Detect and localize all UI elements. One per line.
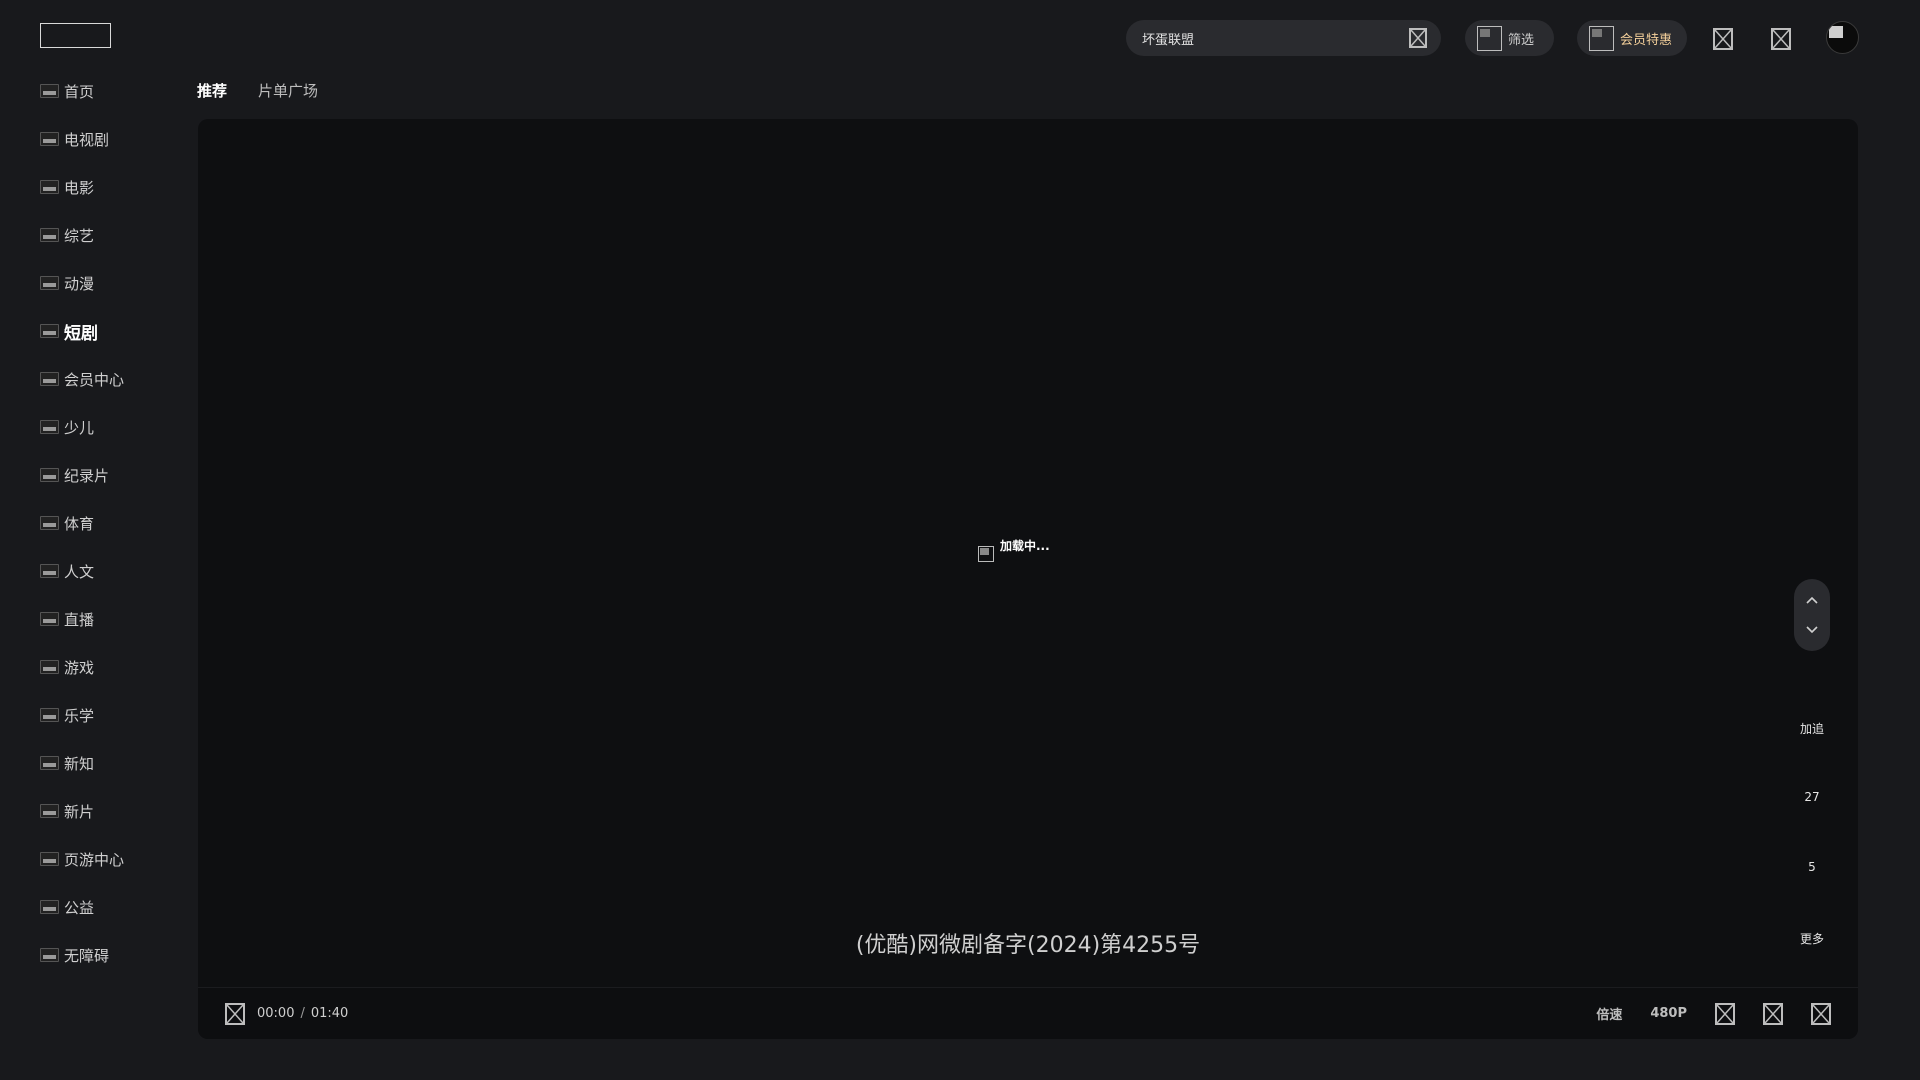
sidebar-item-learning[interactable]: 乐学 (40, 700, 94, 730)
speed-button[interactable]: 倍速 (1596, 1004, 1622, 1023)
sidebar-item-label: 无障碍 (64, 946, 110, 965)
license-text: (优酷)网微剧备字(2024)第4255号 (855, 933, 1201, 958)
sidebar-item-charity[interactable]: 公益 (40, 892, 94, 922)
content-tabs: 推荐 片单广场 (197, 80, 318, 101)
control-bar: 00:00 / 01:40 倍速 480P (198, 987, 1858, 1039)
current-time: 00:00 (257, 1006, 295, 1021)
filter-label: 筛选 (1508, 32, 1535, 48)
sidebar-item-label: 会员中心 (64, 370, 125, 389)
sidebar-item-label: 电影 (64, 178, 95, 197)
sidebar-item-knowledge[interactable]: 新知 (40, 748, 94, 778)
new-releases-icon (40, 804, 59, 818)
sidebar-item-vip-center[interactable]: 会员中心 (40, 364, 124, 394)
learning-icon (40, 708, 59, 722)
tab-recommend[interactable]: 推荐 (197, 80, 227, 101)
sidebar-item-label: 乐学 (64, 706, 95, 725)
sidebar-item-humanities[interactable]: 人文 (40, 556, 94, 586)
sidebar-item-label: 少儿 (64, 418, 95, 437)
sidebar-item-label: 游戏 (64, 658, 95, 677)
search-bar[interactable] (1126, 20, 1441, 56)
kids-icon (40, 420, 59, 434)
sidebar-item-short-drama[interactable]: 短剧 (40, 316, 98, 346)
games-icon (40, 660, 59, 674)
sidebar-item-sports[interactable]: 体育 (40, 508, 94, 538)
movie-icon (40, 180, 59, 194)
sidebar-item-label: 页游中心 (64, 850, 125, 869)
more-button[interactable]: 更多 (1772, 930, 1852, 947)
vip-label: 会员特惠 (1620, 32, 1673, 48)
search-icon[interactable] (1409, 28, 1427, 48)
sidebar-item-label: 公益 (64, 898, 95, 917)
humanities-icon (40, 564, 59, 578)
sidebar-item-label: 人文 (64, 562, 95, 581)
sidebar-item-anime[interactable]: 动漫 (40, 268, 94, 298)
volume-icon[interactable] (1715, 1002, 1735, 1025)
sidebar-item-label: 体育 (64, 514, 95, 533)
sidebar-item-label: 电视剧 (64, 130, 110, 149)
sidebar-item-accessibility[interactable]: 无障碍 (40, 940, 109, 970)
play-icon[interactable] (225, 1002, 245, 1025)
vip-center-icon (40, 372, 59, 386)
web-games-icon (40, 852, 59, 866)
sidebar-item-label: 直播 (64, 610, 95, 629)
time-separator: / (300, 1006, 305, 1021)
time-display: 00:00 / 01:40 (257, 1006, 348, 1021)
sidebar-item-new-releases[interactable]: 新片 (40, 796, 94, 826)
user-avatar[interactable] (1826, 21, 1859, 54)
sidebar-item-label: 新片 (64, 802, 95, 821)
variety-icon (40, 228, 59, 242)
live-icon (40, 612, 59, 626)
anime-icon (40, 276, 59, 290)
sidebar-item-label: 短剧 (64, 323, 98, 344)
like-count[interactable]: 27 (1772, 790, 1852, 804)
sidebar-item-documentary[interactable]: 纪录片 (40, 460, 109, 490)
tab-playlist-square[interactable]: 片单广场 (258, 80, 318, 101)
sidebar-item-label: 综艺 (64, 226, 95, 245)
episode-switcher (1794, 579, 1830, 651)
sidebar-item-label: 纪录片 (64, 466, 110, 485)
loading-indicator: 加载中... (978, 537, 1050, 562)
chevron-up-icon[interactable] (1800, 588, 1824, 612)
sidebar-item-label: 动漫 (64, 274, 95, 293)
sidebar-item-kids[interactable]: 少儿 (40, 412, 94, 442)
sidebar-item-tv[interactable]: 电视剧 (40, 124, 109, 154)
quality-button[interactable]: 480P (1650, 1006, 1687, 1021)
sports-icon (40, 516, 59, 530)
sidebar-item-web-games[interactable]: 页游中心 (40, 844, 124, 874)
loading-text: 加载中... (1000, 539, 1050, 553)
home-icon (40, 84, 59, 98)
filter-button[interactable]: 筛选 (1465, 20, 1554, 56)
video-player[interactable]: 加载中... (优酷)网微剧备字(2024)第4255号 加追 27 5 更多 … (198, 119, 1858, 1039)
site-logo[interactable] (40, 23, 111, 48)
tv-icon (40, 132, 59, 146)
sidebar-item-label: 首页 (64, 82, 95, 101)
fullscreen-icon[interactable] (1811, 1002, 1831, 1025)
upload-icon[interactable] (1771, 28, 1791, 50)
history-icon[interactable] (1713, 28, 1733, 50)
sidebar-item-variety[interactable]: 综艺 (40, 220, 94, 250)
sidebar-item-label: 新知 (64, 754, 95, 773)
comment-count[interactable]: 5 (1772, 860, 1852, 874)
sidebar-item-live[interactable]: 直播 (40, 604, 94, 634)
documentary-icon (40, 468, 59, 482)
search-input[interactable] (1140, 29, 1409, 47)
knowledge-icon (40, 756, 59, 770)
total-time: 01:40 (310, 1006, 349, 1021)
chevron-down-icon[interactable] (1800, 618, 1824, 642)
settings-icon[interactable] (1763, 1002, 1783, 1025)
loading-spinner-icon (978, 546, 994, 562)
short-drama-icon (40, 324, 59, 338)
accessibility-icon (40, 948, 59, 962)
charity-icon (40, 900, 59, 914)
sidebar-item-movie[interactable]: 电影 (40, 172, 94, 202)
follow-button[interactable]: 加追 (1772, 720, 1852, 737)
sidebar-item-home[interactable]: 首页 (40, 76, 94, 106)
vip-icon (1589, 25, 1614, 51)
vip-offer-button[interactable]: 会员特惠 (1577, 20, 1687, 56)
filter-icon (1477, 25, 1502, 51)
sidebar-item-games[interactable]: 游戏 (40, 652, 94, 682)
